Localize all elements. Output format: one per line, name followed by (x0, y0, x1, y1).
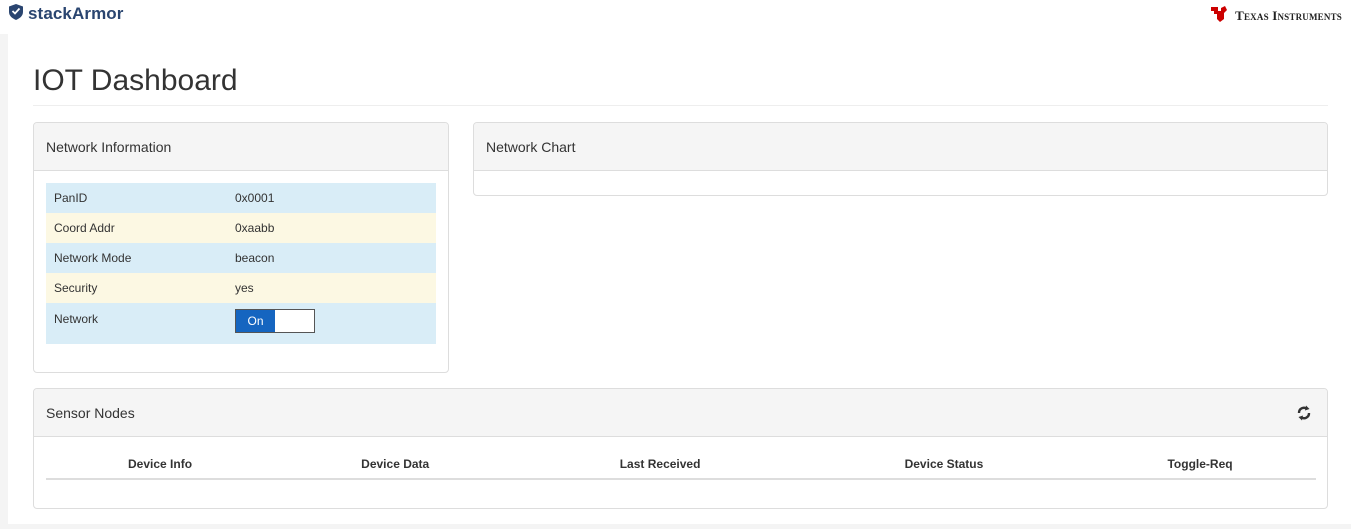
row-value: beacon (227, 243, 436, 273)
partner-logo: Texas Instruments (1209, 5, 1342, 28)
table-row: Network Mode beacon (46, 243, 436, 273)
panel-title: Network Chart (486, 138, 576, 155)
panel-heading: Sensor Nodes (34, 389, 1327, 437)
row-value: yes (227, 273, 436, 303)
column-header-device-info[interactable]: Device Info (46, 449, 275, 480)
row-label: Network (46, 303, 227, 344)
column-header-device-data[interactable]: Device Data (274, 449, 517, 480)
sensor-nodes-panel: Sensor Nodes Device Info Device Data Las… (33, 388, 1328, 509)
row-label: Security (46, 273, 227, 303)
brand-name: stackArmor (28, 4, 124, 23)
column-header-device-status[interactable]: Device Status (803, 449, 1085, 480)
brand-logo[interactable]: stackArmor (9, 3, 124, 25)
row-value: 0x0001 (227, 183, 436, 213)
row-value: On (227, 303, 436, 344)
page-title: IOT Dashboard (33, 64, 238, 97)
shield-icon (9, 3, 23, 25)
row-label: Network Mode (46, 243, 227, 273)
main-container: IOT Dashboard Network Information PanID … (8, 34, 1351, 524)
network-toggle-switch[interactable]: On (235, 309, 315, 333)
table-row: Network On (46, 303, 436, 344)
network-chart-panel: Network Chart (473, 122, 1328, 196)
refresh-icon[interactable] (1293, 402, 1315, 424)
table-row: Coord Addr 0xaabb (46, 213, 436, 243)
table-header-row: Device Info Device Data Last Received De… (46, 449, 1316, 480)
panel-heading: Network Chart (474, 123, 1327, 171)
column-header-toggle-req[interactable]: Toggle-Req (1084, 449, 1316, 480)
partner-name: Texas Instruments (1235, 8, 1342, 23)
bottom-strip (0, 524, 1351, 529)
panel-heading: Network Information (34, 123, 448, 171)
panel-title: Sensor Nodes (46, 404, 135, 421)
panel-title: Network Information (46, 138, 172, 155)
network-info-table: PanID 0x0001 Coord Addr 0xaabb Network M… (46, 183, 436, 344)
ti-logo-icon (1209, 5, 1229, 28)
table-row: Security yes (46, 273, 436, 303)
row-label: Coord Addr (46, 213, 227, 243)
title-divider (33, 105, 1328, 106)
table-row: PanID 0x0001 (46, 183, 436, 213)
sensor-nodes-table: Device Info Device Data Last Received De… (46, 449, 1316, 480)
column-header-last-received[interactable]: Last Received (516, 449, 804, 480)
toggle-on-label: On (236, 310, 275, 332)
network-information-panel: Network Information PanID 0x0001 Coord A… (33, 122, 449, 373)
top-bar: stackArmor Texas Instruments (0, 0, 1351, 34)
row-value: 0xaabb (227, 213, 436, 243)
row-label: PanID (46, 183, 227, 213)
toggle-off-handle (275, 310, 314, 332)
